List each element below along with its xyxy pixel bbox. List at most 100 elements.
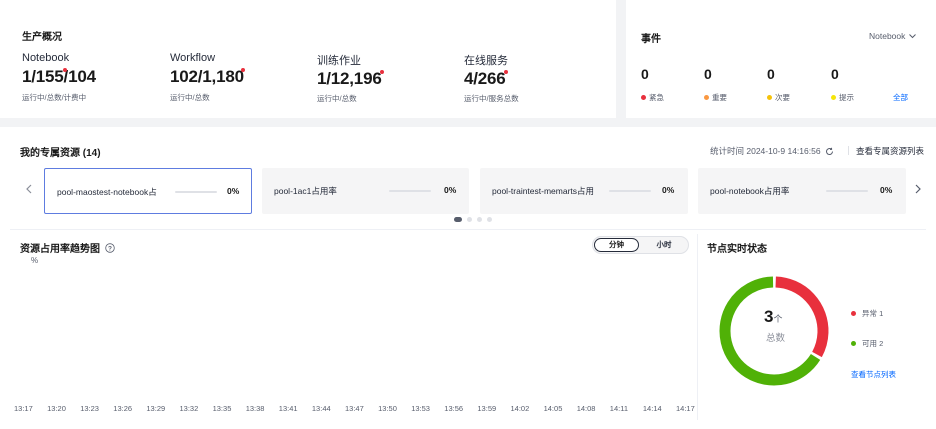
pool-usage-pct: 0% [227, 186, 240, 196]
x-tick-label: 13:59 [477, 404, 497, 413]
event-major-label: 重要 [704, 92, 727, 103]
divider [10, 229, 926, 230]
metric-workflow-label: Workflow [170, 52, 216, 64]
x-tick-label: 14:11 [609, 404, 629, 413]
alert-dot-icon [504, 70, 508, 74]
events-title: 事件 [641, 34, 661, 45]
x-tick-label: 13:23 [80, 404, 99, 413]
x-tick-label: 14:08 [576, 404, 596, 413]
x-tick-label: 13:35 [212, 404, 232, 413]
x-tick-label: 13:26 [113, 404, 133, 413]
node-total-label: 总数 [766, 333, 786, 344]
help-icon[interactable]: ? [105, 242, 115, 253]
node-status-title: 节点实时状态 [707, 244, 767, 255]
events-type-value: Notebook [869, 31, 906, 41]
metric-workflow-value[interactable]: 102/1,180 [170, 67, 244, 87]
events-all-link[interactable]: 全部 [893, 92, 908, 103]
pool-usage-pct: 0% [662, 185, 675, 195]
metric-notebook-value[interactable]: 1/155/104 [22, 67, 96, 87]
dashboard: 生产概况 Notebook 1/155/104 运行中/总数/计费中 Workf… [0, 0, 936, 429]
info-dot-icon [831, 95, 836, 100]
pool-card[interactable]: pool-notebook占用率 0% [698, 168, 906, 214]
carousel-dot-active[interactable] [454, 217, 462, 222]
pool-name: pool-1ac1占用率 [274, 186, 337, 196]
pool-usage-bar [389, 190, 431, 192]
x-tick-label: 14:02 [510, 404, 530, 413]
major-dot-icon [704, 95, 709, 100]
event-urgent-label: 紧急 [641, 92, 664, 103]
trend-title: 资源占用率趋势图 ? [20, 240, 115, 255]
resource-list-link[interactable]: 查看专属资源列表 [856, 145, 924, 157]
svg-text:?: ? [108, 245, 112, 252]
urgent-dot-icon [641, 95, 646, 100]
available-dot-icon [851, 341, 856, 346]
pool-usage-bar [609, 190, 651, 192]
resources-title: 我的专属资源 (14) [20, 148, 101, 159]
event-urgent-count[interactable]: 0 [641, 66, 649, 82]
node-total-unit: 个 [773, 314, 783, 324]
x-tick-label: 13:29 [146, 404, 166, 413]
x-tick-label: 13:56 [444, 404, 464, 413]
toggle-minute[interactable]: 分钟 [594, 238, 639, 252]
x-tick-label: 13:38 [245, 404, 265, 413]
metric-training-label: 训练作业 [317, 55, 361, 67]
node-list-link[interactable]: 查看节点列表 [851, 369, 896, 380]
node-total: 3 个 [764, 307, 782, 327]
carousel-next-arrow-icon[interactable] [915, 183, 921, 197]
metric-service-sub: 运行中/服务总数 [464, 94, 519, 103]
events-type-select[interactable]: Notebook [869, 31, 917, 41]
carousel-dot[interactable] [487, 217, 492, 222]
carousel-dot[interactable] [477, 217, 482, 222]
metric-training-value[interactable]: 1/12,196 [317, 69, 382, 89]
production-title: 生产概况 [22, 32, 62, 43]
metric-training-sub: 运行中/总数 [317, 94, 357, 103]
x-tick-label: 13:44 [311, 404, 331, 413]
alert-dot-icon [63, 68, 67, 72]
x-tick-label: 13:32 [179, 404, 199, 413]
metric-workflow-sub: 运行中/总数 [170, 93, 210, 102]
node-total-count: 3 [764, 307, 774, 326]
x-tick-label: 13:20 [47, 404, 66, 413]
carousel-prev-arrow-icon[interactable] [26, 183, 32, 197]
pool-card[interactable]: pool-maostest-notebook占 0% [44, 168, 252, 214]
event-info-count[interactable]: 0 [831, 66, 839, 82]
pool-usage-pct: 0% [880, 185, 893, 195]
pool-name: pool-traintest-memarts占用 [492, 186, 595, 196]
metric-notebook-label: Notebook [22, 52, 70, 64]
divider [697, 234, 698, 420]
metric-notebook-sub: 运行中/总数/计费中 [22, 93, 87, 102]
pool-card[interactable]: pool-1ac1占用率 0% [262, 168, 469, 214]
minor-dot-icon [767, 95, 772, 100]
pool-card[interactable]: pool-traintest-memarts占用 0% [480, 168, 688, 214]
divider [848, 146, 849, 155]
event-minor-count[interactable]: 0 [767, 66, 775, 82]
legend-available: 可用 2 [851, 338, 883, 349]
abnormal-dot-icon [851, 311, 856, 316]
stat-time: 统计时间 2024-10-9 14:16:56 [710, 145, 834, 157]
x-tick-label: 13:53 [411, 404, 430, 413]
legend-abnormal: 异常 1 [851, 308, 883, 319]
pool-name: pool-notebook占用率 [710, 186, 790, 196]
alert-dot-icon [380, 70, 384, 74]
pool-name: pool-maostest-notebook占 [57, 187, 157, 197]
pool-usage-bar [175, 191, 217, 193]
event-major-count[interactable]: 0 [704, 66, 712, 82]
pool-usage-bar [826, 190, 868, 192]
x-tick-label: 14:14 [642, 404, 662, 413]
toggle-hour[interactable]: 小时 [641, 238, 687, 252]
x-tick-label: 13:41 [278, 404, 298, 413]
alert-dot-icon [241, 68, 245, 72]
x-tick-label: 13:50 [378, 404, 397, 413]
event-minor-label: 次要 [767, 92, 790, 103]
x-tick-label: 14:17 [676, 404, 695, 413]
x-tick-label: 13:47 [345, 404, 364, 413]
metric-service-value[interactable]: 4/266 [464, 69, 506, 89]
production-overview-card [0, 0, 616, 118]
refresh-icon[interactable] [825, 147, 834, 156]
x-tick-label: 14:05 [543, 404, 563, 413]
chevron-down-icon [909, 33, 917, 38]
x-tick-label: 13:17 [14, 404, 33, 413]
carousel-dot[interactable] [467, 217, 472, 222]
y-axis-unit: % [31, 256, 39, 265]
granularity-toggle: 分钟 小时 [592, 236, 689, 254]
